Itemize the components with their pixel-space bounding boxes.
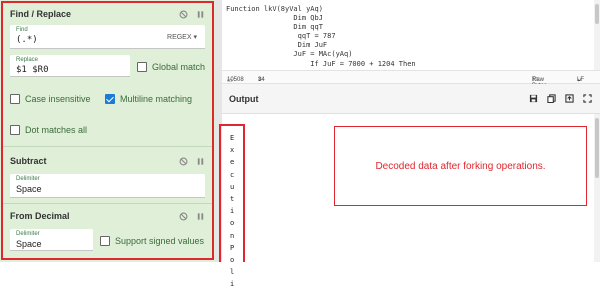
input-line: Dim QbJ bbox=[226, 14, 323, 22]
replace-value: $1 $R0 bbox=[16, 65, 49, 75]
dot-matches-all-checkbox[interactable]: Dot matches all bbox=[10, 125, 87, 135]
pause-icon[interactable] bbox=[196, 10, 205, 19]
input-line: Dim JuF bbox=[226, 41, 328, 49]
annotation-text: Decoded data after forking operations. bbox=[375, 160, 546, 172]
output-char: e bbox=[230, 158, 235, 167]
recipe-panel: Find / Replace Find (.*) REGEX ▾ Replace… bbox=[0, 0, 215, 262]
global-match-checkbox[interactable]: Global match bbox=[137, 62, 205, 72]
subtract-title: Subtract bbox=[10, 156, 47, 166]
from-decimal-delimiter-value: Space bbox=[16, 239, 42, 249]
find-value: (.*) bbox=[16, 35, 38, 45]
subtract-delimiter-value: Space bbox=[16, 184, 42, 194]
from-decimal-delimiter-label: Delimiter bbox=[16, 231, 40, 237]
input-line: Function lkV(8yVal yAq) bbox=[226, 5, 323, 13]
output-highlight-border: E x e c u t i o n P o l i bbox=[219, 124, 245, 288]
subtract-delimiter-label: Delimiter bbox=[16, 176, 40, 182]
output-header: Output bbox=[222, 84, 600, 114]
output-char: E bbox=[230, 134, 235, 142]
output-char: i bbox=[230, 207, 235, 216]
find-replace-title: Find / Replace bbox=[10, 9, 72, 19]
find-mode-select[interactable]: REGEX ▾ bbox=[167, 33, 197, 41]
output-char: P bbox=[230, 243, 235, 252]
output-char: l bbox=[230, 268, 235, 277]
disable-icon[interactable] bbox=[179, 10, 188, 19]
checkbox-box[interactable] bbox=[10, 94, 20, 104]
input-line: qqT = 787 bbox=[226, 32, 336, 40]
output-char: o bbox=[230, 219, 235, 228]
disable-icon[interactable] bbox=[179, 212, 188, 221]
output-char: o bbox=[230, 256, 235, 265]
find-replace-header[interactable]: Find / Replace bbox=[10, 7, 205, 21]
multiline-label: Multiline matching bbox=[120, 94, 193, 104]
pause-icon[interactable] bbox=[196, 157, 205, 166]
output-char: n bbox=[230, 231, 235, 240]
output-text: E x e c u t i o n P o l i bbox=[230, 132, 234, 291]
dot-matches-all-label: Dot matches all bbox=[25, 125, 88, 135]
multiline-checkbox[interactable]: Multiline matching bbox=[105, 94, 192, 104]
find-label: Find bbox=[16, 27, 28, 33]
output-char: c bbox=[230, 170, 235, 179]
checkbox-box[interactable] bbox=[100, 236, 110, 246]
output-scrollbar[interactable] bbox=[594, 114, 600, 262]
from-decimal-header[interactable]: From Decimal bbox=[10, 209, 205, 223]
disable-icon[interactable] bbox=[179, 157, 188, 166]
divider bbox=[3, 146, 212, 147]
input-line: If JuF = 7000 + 1204 Then bbox=[226, 60, 416, 68]
output-char: x bbox=[230, 146, 235, 155]
replace-label: Replace bbox=[16, 57, 39, 63]
checkbox-box[interactable] bbox=[10, 125, 20, 135]
global-match-label: Global match bbox=[152, 62, 206, 72]
output-char: u bbox=[230, 182, 235, 191]
annotation-box: Decoded data after forking operations. bbox=[334, 126, 587, 206]
input-scrollbar[interactable] bbox=[594, 0, 600, 70]
signed-values-label: Support signed values bbox=[115, 236, 205, 246]
replace-field[interactable]: Replace $1 $R0 bbox=[10, 55, 130, 77]
subtract-header[interactable]: Subtract bbox=[10, 154, 205, 168]
case-insensitive-checkbox[interactable]: Case insensitive bbox=[10, 94, 91, 104]
output-title: Output bbox=[229, 94, 259, 104]
subtract-delimiter-field[interactable]: Delimiter Space bbox=[10, 174, 205, 198]
find-field[interactable]: Find (.*) REGEX ▾ bbox=[10, 25, 205, 49]
from-decimal-title: From Decimal bbox=[10, 211, 70, 221]
input-line: JuF = MAc(yAq) bbox=[226, 50, 353, 58]
output-char: t bbox=[230, 195, 235, 204]
signed-values-checkbox[interactable]: Support signed values bbox=[100, 236, 204, 246]
case-insensitive-label: Case insensitive bbox=[25, 94, 91, 104]
checkbox-box-checked[interactable] bbox=[105, 94, 115, 104]
input-line: Dim qqT bbox=[226, 23, 323, 31]
pause-icon[interactable] bbox=[196, 212, 205, 221]
input-stats-bar: ▭ 10508 ≡ 34 Tт Raw Bytes ↵ LF bbox=[222, 70, 600, 89]
replace-input-icon[interactable] bbox=[565, 94, 574, 103]
input-textarea[interactable]: Function lkV(8yVal yAq) Dim QbJ Dim qqT … bbox=[222, 0, 600, 70]
maximize-icon[interactable] bbox=[583, 94, 592, 103]
checkbox-box[interactable] bbox=[137, 62, 147, 72]
chevron-down-icon: ▾ bbox=[193, 34, 197, 41]
output-char: i bbox=[230, 280, 235, 289]
save-icon[interactable] bbox=[529, 94, 538, 103]
divider bbox=[3, 203, 212, 204]
copy-icon[interactable] bbox=[547, 94, 556, 103]
from-decimal-delimiter-field[interactable]: Delimiter Space bbox=[10, 229, 93, 251]
